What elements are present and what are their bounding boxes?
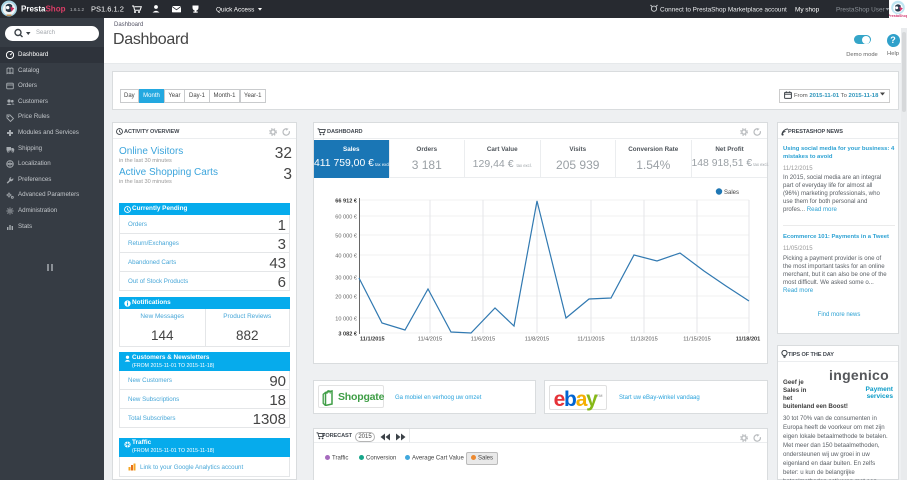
svg-text:11/4/2015: 11/4/2015 [418,337,442,343]
svg-text:30 000 €: 30 000 € [335,276,358,282]
svg-text:10 000 €: 10 000 € [335,317,358,323]
svg-text:My shop: My shop [795,7,820,14]
svg-text:1.6.1.2: 1.6.1.2 [70,7,84,12]
svg-text:11/1/2015: 11/1/2015 [360,337,385,343]
svg-text:11/11/2015: 11/11/2015 [577,337,604,343]
svg-text:11/8/2015: 11/8/2015 [525,337,549,343]
svg-text:50 000 €: 50 000 € [335,234,358,240]
svg-text:Sales: Sales [724,190,739,196]
svg-text:20 000 €: 20 000 € [335,295,358,301]
svg-text:11/18/201: 11/18/201 [736,337,761,343]
svg-text:PrestaShop User: PrestaShop User [836,7,886,14]
svg-text:66 912 €: 66 912 € [335,199,358,205]
svg-text:60 000 €: 60 000 € [335,215,358,221]
svg-text:40 000 €: 40 000 € [335,254,358,260]
svg-text:3 082 €: 3 082 € [338,332,358,338]
svg-text:11/15/2015: 11/15/2015 [683,337,711,343]
svg-text:Connect to PrestaShop Marketpl: Connect to PrestaShop Marketplace accoun… [660,7,787,14]
svg-text:PrestaShop: PrestaShop [21,5,66,14]
svg-text:11/13/2015: 11/13/2015 [630,337,658,343]
svg-text:Quick Access: Quick Access [216,7,254,14]
svg-text:PS1.6.1.2: PS1.6.1.2 [91,5,124,14]
svg-text:11/6/2015: 11/6/2015 [471,337,495,343]
